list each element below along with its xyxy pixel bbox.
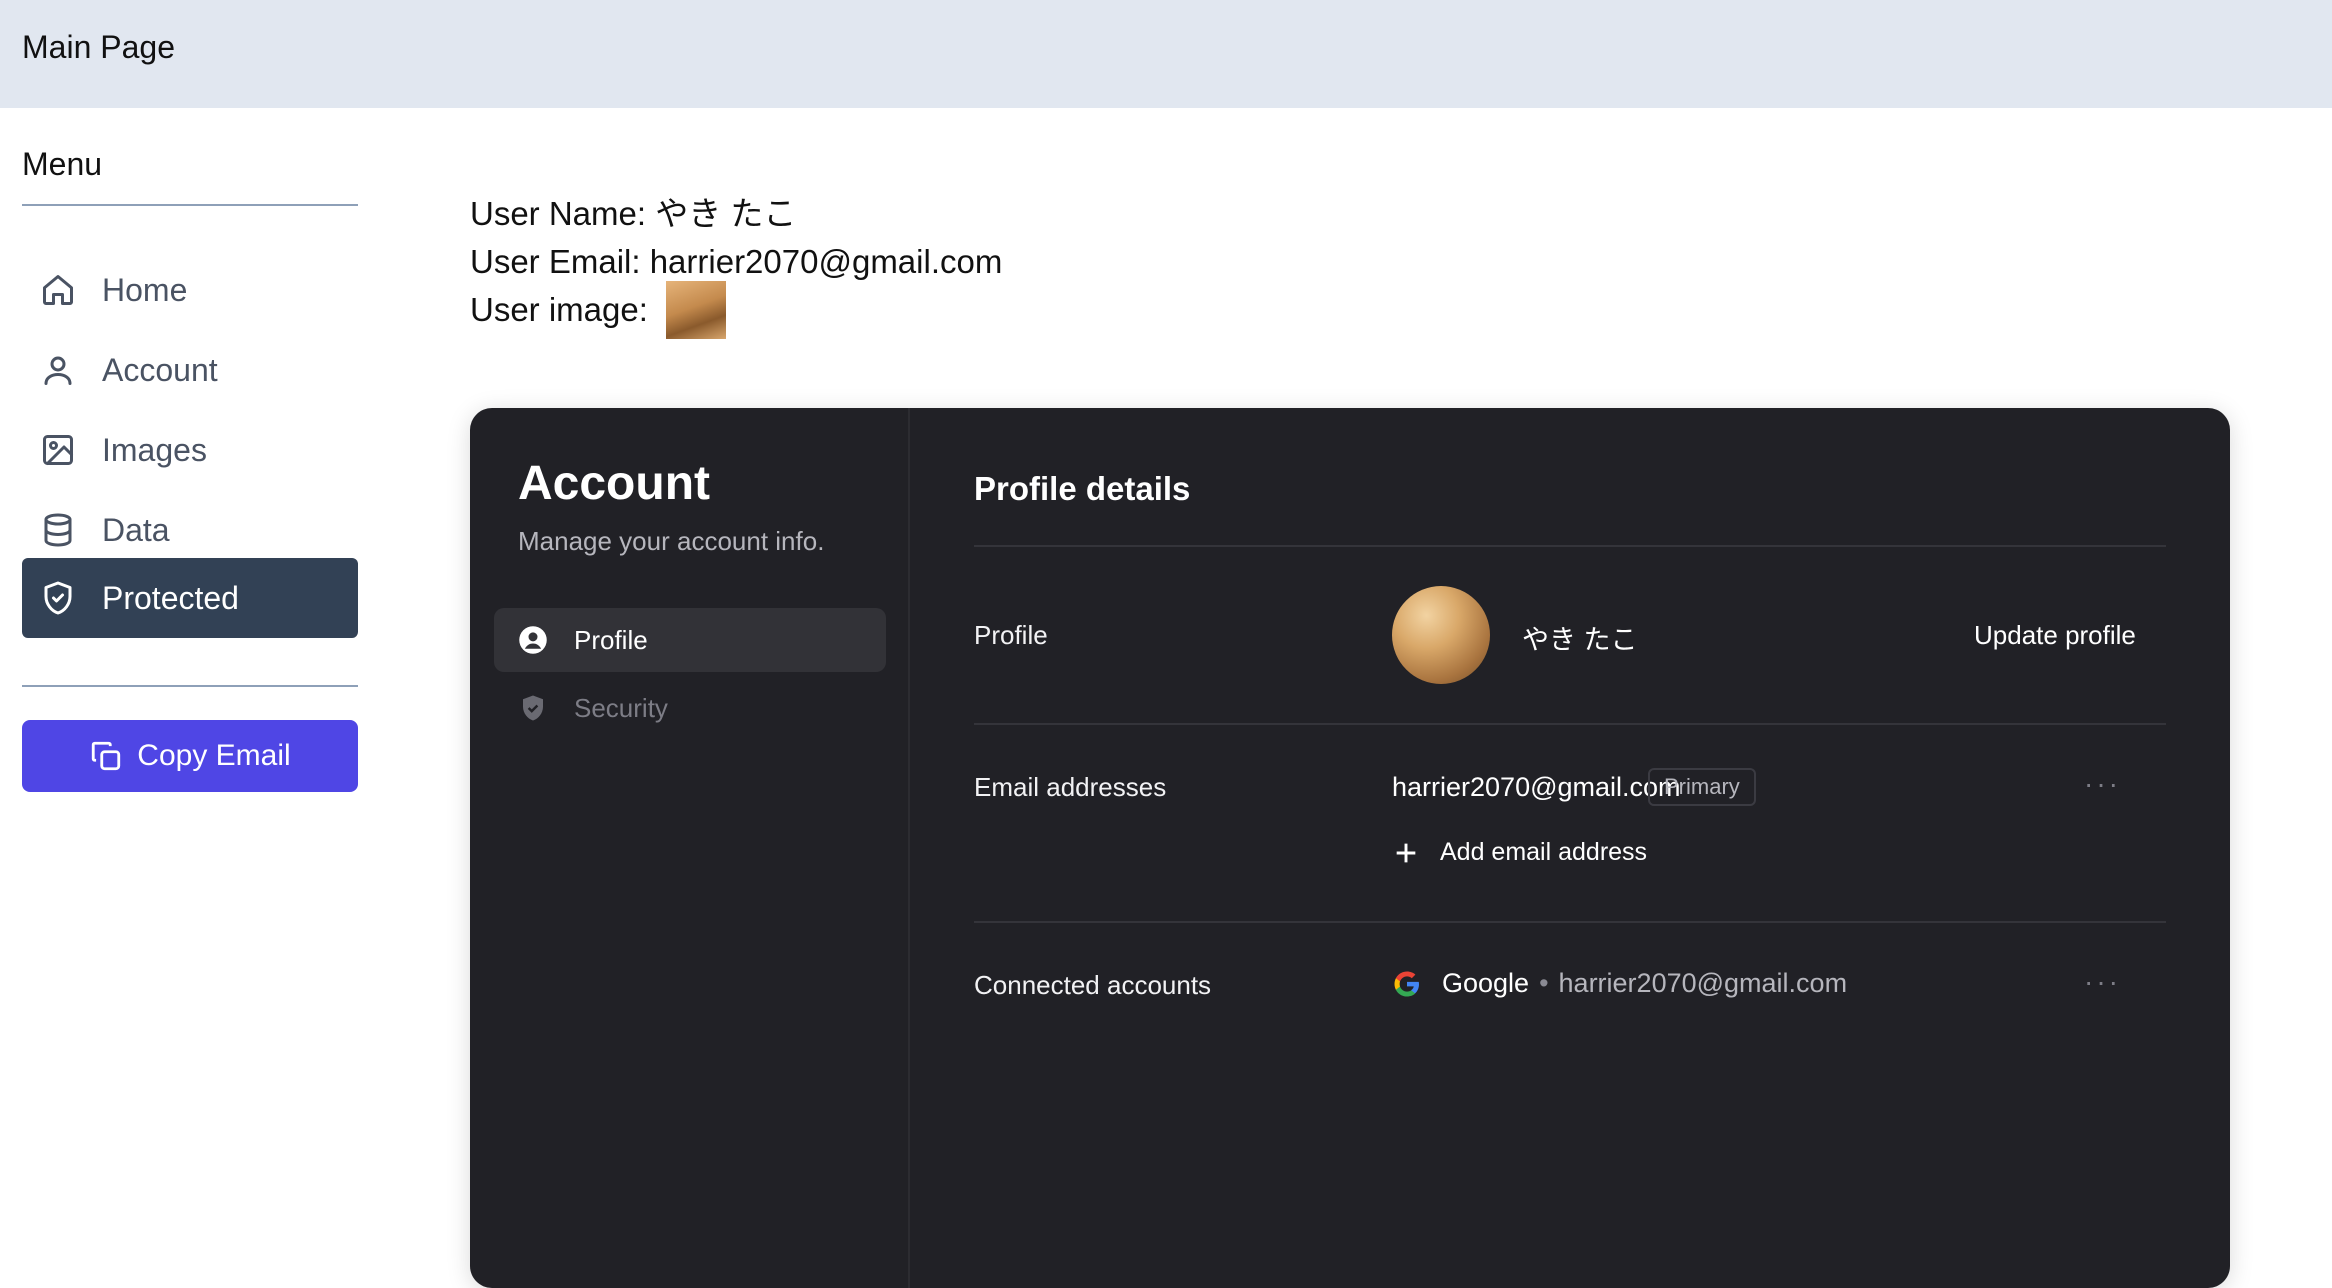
- copy-email-label: Copy Email: [137, 739, 291, 772]
- sidebar-item-label: Account: [102, 351, 218, 388]
- connected-account-google: Google • harrier2070@gmail.com: [1392, 968, 1847, 999]
- sidebar-item-label: Images: [102, 431, 207, 468]
- update-profile-button[interactable]: Update profile: [1974, 620, 2136, 651]
- profile-details-panel: Profile details Profile やき たこ Update pro…: [974, 408, 2166, 1288]
- account-card: Account Manage your account info. Profil…: [470, 408, 2230, 1288]
- divider: [974, 723, 2166, 725]
- user-image-thumbnail: [665, 281, 726, 339]
- tab-profile[interactable]: Profile: [494, 608, 886, 672]
- section-title: Profile details: [974, 470, 1191, 507]
- user-image-label: User image:: [470, 291, 648, 328]
- account-subtitle: Manage your account info.: [518, 526, 825, 556]
- sidebar-item-label: Home: [102, 271, 188, 308]
- primary-email: harrier2070@gmail.com: [1392, 772, 1681, 802]
- user-email-line: User Email: harrier2070@gmail.com: [470, 243, 1003, 280]
- sidebar-item-label: Protected: [102, 579, 239, 616]
- shield-check-icon: [40, 580, 76, 616]
- user-icon: [40, 352, 76, 388]
- menu-divider: [22, 685, 358, 687]
- sidebar-item-account[interactable]: Account: [22, 330, 358, 410]
- copy-icon: [92, 741, 121, 771]
- sidebar-item-images[interactable]: Images: [22, 410, 358, 490]
- menu-title: Menu: [22, 146, 103, 182]
- user-name-line: User Name: やき たこ: [470, 195, 797, 232]
- primary-badge: Primary: [1648, 768, 1756, 806]
- tab-label: Profile: [574, 624, 648, 655]
- account-title: Account: [518, 457, 710, 510]
- profile-name: やき たこ: [1522, 625, 1638, 655]
- google-icon: [1394, 971, 1419, 996]
- connected-more-button[interactable]: ···: [2084, 966, 2121, 998]
- plus-icon: [1396, 843, 1416, 862]
- top-header: Main Page: [0, 0, 2332, 108]
- copy-email-button[interactable]: Copy Email: [22, 720, 358, 792]
- profile-row-label: Profile: [974, 620, 1048, 650]
- account-card-nav: Account Manage your account info. Profil…: [470, 408, 910, 1288]
- divider: [974, 545, 2166, 547]
- user-image-line: User image:: [470, 281, 1002, 339]
- database-icon: [40, 512, 76, 548]
- image-icon: [40, 432, 76, 468]
- tab-security[interactable]: Security: [494, 676, 886, 740]
- add-email-button[interactable]: Add email address: [1392, 838, 1647, 867]
- page-title: Main Page: [22, 29, 175, 65]
- sidebar-item-label: Data: [102, 511, 170, 548]
- menu-divider: [22, 204, 358, 206]
- user-circle-icon: [518, 625, 548, 655]
- divider: [974, 921, 2166, 923]
- provider-name: Google: [1442, 968, 1530, 998]
- user-info: User Name: やき たこ User Email: harrier2070…: [470, 190, 1003, 339]
- sidebar-item-home[interactable]: Home: [22, 250, 358, 330]
- email-more-button[interactable]: ···: [2084, 768, 2121, 800]
- connected-row-label: Connected accounts: [974, 970, 1212, 1000]
- sidebar-item-protected[interactable]: Protected: [22, 558, 358, 638]
- tab-label: Security: [574, 692, 668, 723]
- home-icon: [40, 272, 76, 308]
- shield-icon: [518, 693, 548, 723]
- separator: •: [1539, 968, 1549, 998]
- avatar: [1392, 586, 1490, 684]
- connected-email: harrier2070@gmail.com: [1558, 968, 1848, 998]
- email-row-label: Email addresses: [974, 772, 1167, 802]
- add-email-label: Add email address: [1440, 838, 1648, 866]
